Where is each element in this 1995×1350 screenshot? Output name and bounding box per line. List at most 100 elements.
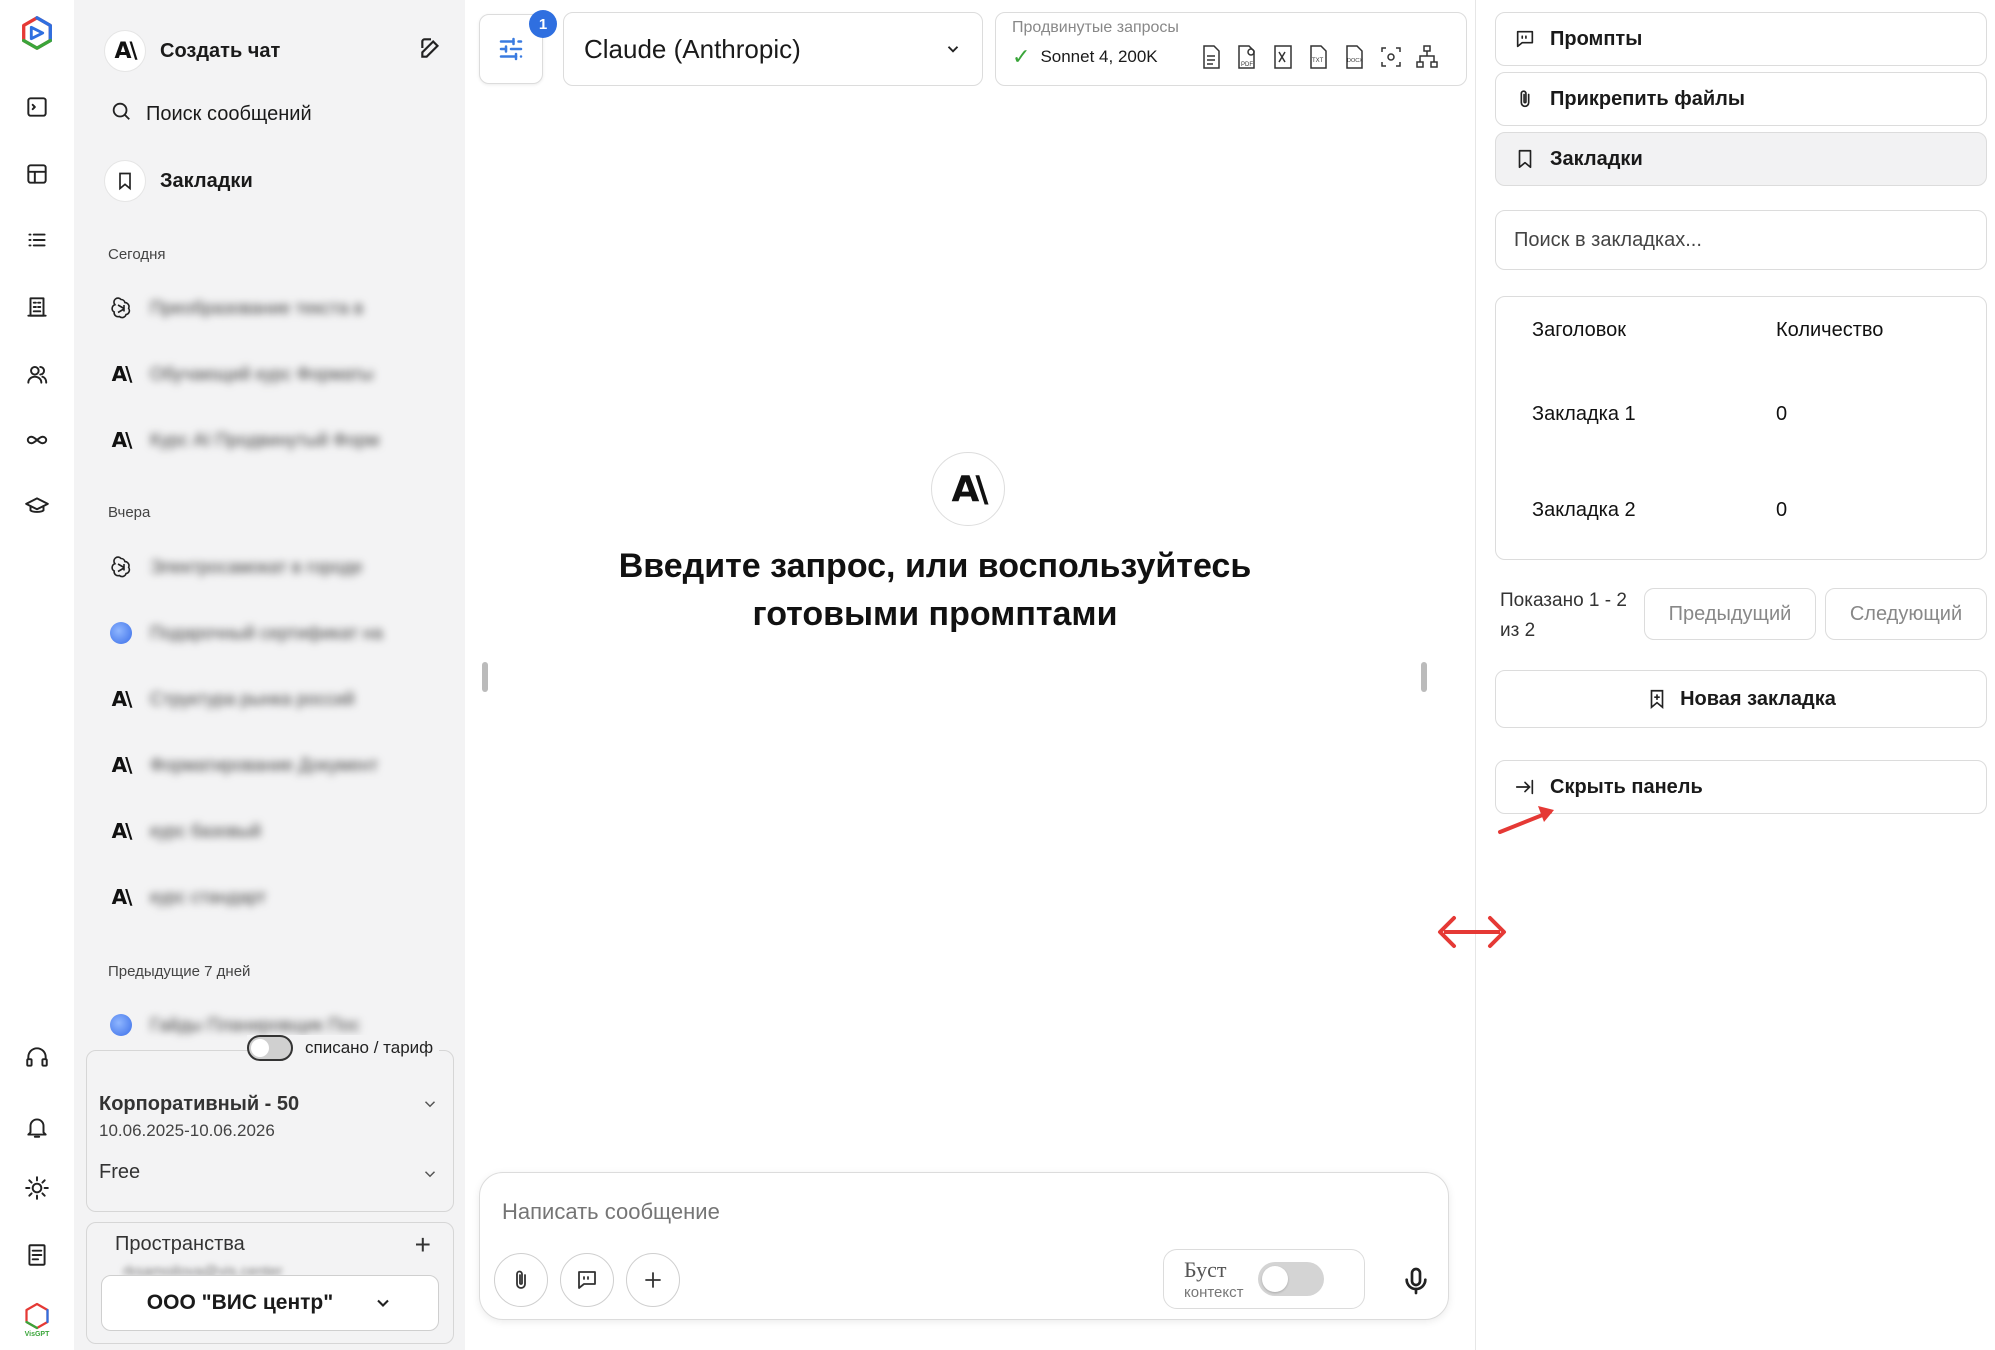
left-resize-handle[interactable] xyxy=(482,662,488,692)
chat-title: Гайды Планировщик Пос xyxy=(150,1014,360,1035)
building-icon[interactable] xyxy=(18,288,56,326)
edit-icon[interactable] xyxy=(418,35,444,67)
microphone-icon[interactable] xyxy=(1400,1265,1432,1302)
docx-file-icon[interactable]: DOCX xyxy=(1342,43,1368,71)
check-icon: ✓ xyxy=(1012,44,1031,69)
chat-title: Структура рынка россий xyxy=(150,688,355,709)
headset-icon[interactable] xyxy=(18,1038,56,1076)
bookmark-search-input[interactable] xyxy=(1495,210,1987,270)
chevron-down-icon[interactable] xyxy=(421,1095,439,1118)
graduation-cap-icon[interactable] xyxy=(18,487,56,525)
list-icon[interactable] xyxy=(18,221,56,259)
app-logo-icon[interactable] xyxy=(18,14,56,52)
add-button[interactable] xyxy=(626,1253,680,1307)
excel-icon[interactable] xyxy=(1270,43,1296,71)
paperclip-icon xyxy=(1520,90,1530,108)
bookmarks-panel-label: Закладки xyxy=(1550,147,1643,170)
boost-toggle[interactable] xyxy=(1257,1262,1324,1296)
chat-main: 1 Claude (Anthropic) Продвинутые запросы… xyxy=(465,0,1475,1350)
chat-list-item[interactable]: Преобразование текста в xyxy=(108,295,428,321)
svg-text:DOCX: DOCX xyxy=(1347,58,1363,64)
chat-list-item[interactable]: A\ Обучающий курс Форматы xyxy=(108,361,428,387)
chat-list-item[interactable]: Подарочный сертификат на xyxy=(108,620,428,646)
message-input[interactable] xyxy=(502,1199,1302,1225)
new-bookmark-button[interactable]: Новая закладка xyxy=(1495,670,1987,728)
advanced-feature-icons: PDF TXT DOCX xyxy=(1198,43,1440,71)
hide-panel-label: Скрыть панель xyxy=(1550,775,1703,798)
openai-icon xyxy=(108,554,134,580)
boost-label: Буст xyxy=(1184,1256,1227,1282)
chat-list-item[interactable]: A\ Курс AI Продвинутый Форм xyxy=(108,427,428,453)
bookmarks-panel-button[interactable]: Закладки xyxy=(1495,132,1987,186)
balance-toggle-label: списано / тариф xyxy=(305,1038,434,1057)
chat-title: Подарочный сертификат на xyxy=(150,622,383,643)
message-composer: Буст контекст xyxy=(479,1172,1449,1320)
new-chat-row[interactable]: A\ Создать чат xyxy=(104,30,444,72)
bell-icon[interactable] xyxy=(18,1108,56,1146)
settings-badge: 1 xyxy=(529,10,557,38)
table-header-count: Количество xyxy=(1776,319,1884,341)
prompts-panel-button[interactable]: Промпты xyxy=(1495,12,1987,66)
users-icon[interactable] xyxy=(18,355,56,393)
search-messages[interactable]: Поиск сообщений xyxy=(110,100,312,128)
section-today: Сегодня xyxy=(108,246,166,263)
pager-text: Показано 1 - 2 из 2 xyxy=(1500,590,1627,641)
prompts-button[interactable] xyxy=(560,1253,614,1307)
sitemap-icon[interactable] xyxy=(1414,43,1440,71)
chat-list-item[interactable]: Электросамокат в городе xyxy=(108,554,428,580)
bookmark-title: Закладка 1 xyxy=(1532,403,1636,425)
balance-toggle[interactable] xyxy=(247,1035,293,1061)
anthropic-logo-icon: A\ xyxy=(104,30,146,72)
anthropic-logo-icon: A\ xyxy=(931,452,1005,526)
plan-card: списано / тариф Корпоративный - 50 10.06… xyxy=(86,1035,454,1212)
table-icon[interactable] xyxy=(18,155,56,193)
icon-rail: VisGPT xyxy=(0,0,74,1350)
add-space-icon[interactable]: + xyxy=(415,1231,431,1259)
paperclip-icon xyxy=(516,1270,526,1289)
chat-list-item[interactable]: A\ курс базовый xyxy=(108,818,428,844)
advanced-requests-card[interactable]: Продвинутые запросы ✓ Sonnet 4, 200K PDF… xyxy=(995,12,1467,86)
terminal-icon[interactable] xyxy=(18,88,56,126)
chevron-down-icon[interactable] xyxy=(421,1165,439,1188)
next-page-button[interactable]: Следующий xyxy=(1825,588,1987,640)
visgpt-logo-icon: VisGPT xyxy=(18,1294,56,1344)
bookmark-icon xyxy=(1518,149,1532,169)
right-resize-handle[interactable] xyxy=(1421,662,1427,692)
chevron-down-icon xyxy=(377,1299,389,1307)
chat-list-item[interactable]: A\ Форматирование Документ xyxy=(108,752,428,778)
bookmarks-table: Заголовок Количество Закладка 1 0 Заклад… xyxy=(1495,296,1987,560)
chat-title: курс базовый xyxy=(150,820,262,841)
visgpt-logo-text: VisGPT xyxy=(24,1330,50,1338)
scan-icon[interactable] xyxy=(1378,43,1404,71)
file-text-icon[interactable] xyxy=(1198,43,1224,71)
search-messages-label: Поиск сообщений xyxy=(146,102,312,125)
pdf-search-icon[interactable]: PDF xyxy=(1234,43,1260,71)
org-select[interactable]: ООО "ВИС центр" xyxy=(101,1275,439,1331)
advanced-model: Sonnet 4, 200K xyxy=(1040,47,1158,66)
section-prev7: Предыдущие 7 дней xyxy=(108,963,251,980)
chat-list-item[interactable]: A\ Структура рынка россий xyxy=(108,686,428,712)
model-select[interactable]: Claude (Anthropic) xyxy=(563,12,983,86)
attach-button[interactable] xyxy=(494,1253,548,1307)
prev-page-button[interactable]: Предыдущий xyxy=(1644,588,1816,640)
anthropic-icon: A\ xyxy=(111,885,133,909)
balance-toggle-row[interactable]: списано / тариф xyxy=(247,1035,440,1061)
attach-files-button[interactable]: Прикрепить файлы xyxy=(1495,72,1987,126)
txt-file-icon[interactable]: TXT xyxy=(1306,43,1332,71)
sliders-icon xyxy=(499,37,523,61)
annotation-arrow-icon xyxy=(1498,806,1554,834)
boost-context[interactable]: Буст контекст xyxy=(1163,1249,1365,1309)
new-bookmark-label: Новая закладка xyxy=(1680,687,1836,710)
svg-text:TXT: TXT xyxy=(1312,58,1324,64)
plan-tier[interactable]: Free xyxy=(99,1161,140,1184)
chat-list-item[interactable]: A\ курс стандарт xyxy=(108,884,428,910)
prompt-icon xyxy=(1516,30,1534,48)
plan-name: Корпоративный - 50 xyxy=(99,1093,300,1115)
document-icon[interactable] xyxy=(18,1236,56,1274)
bookmarks-nav[interactable]: Закладки xyxy=(104,160,253,202)
sun-icon[interactable] xyxy=(18,1169,56,1207)
chat-sidebar: A\ Создать чат Поиск сообщений Закладки … xyxy=(74,0,465,1350)
anthropic-icon: A\ xyxy=(111,753,133,777)
infinity-icon[interactable] xyxy=(18,421,56,459)
bookmark-plus-icon xyxy=(1650,689,1664,710)
